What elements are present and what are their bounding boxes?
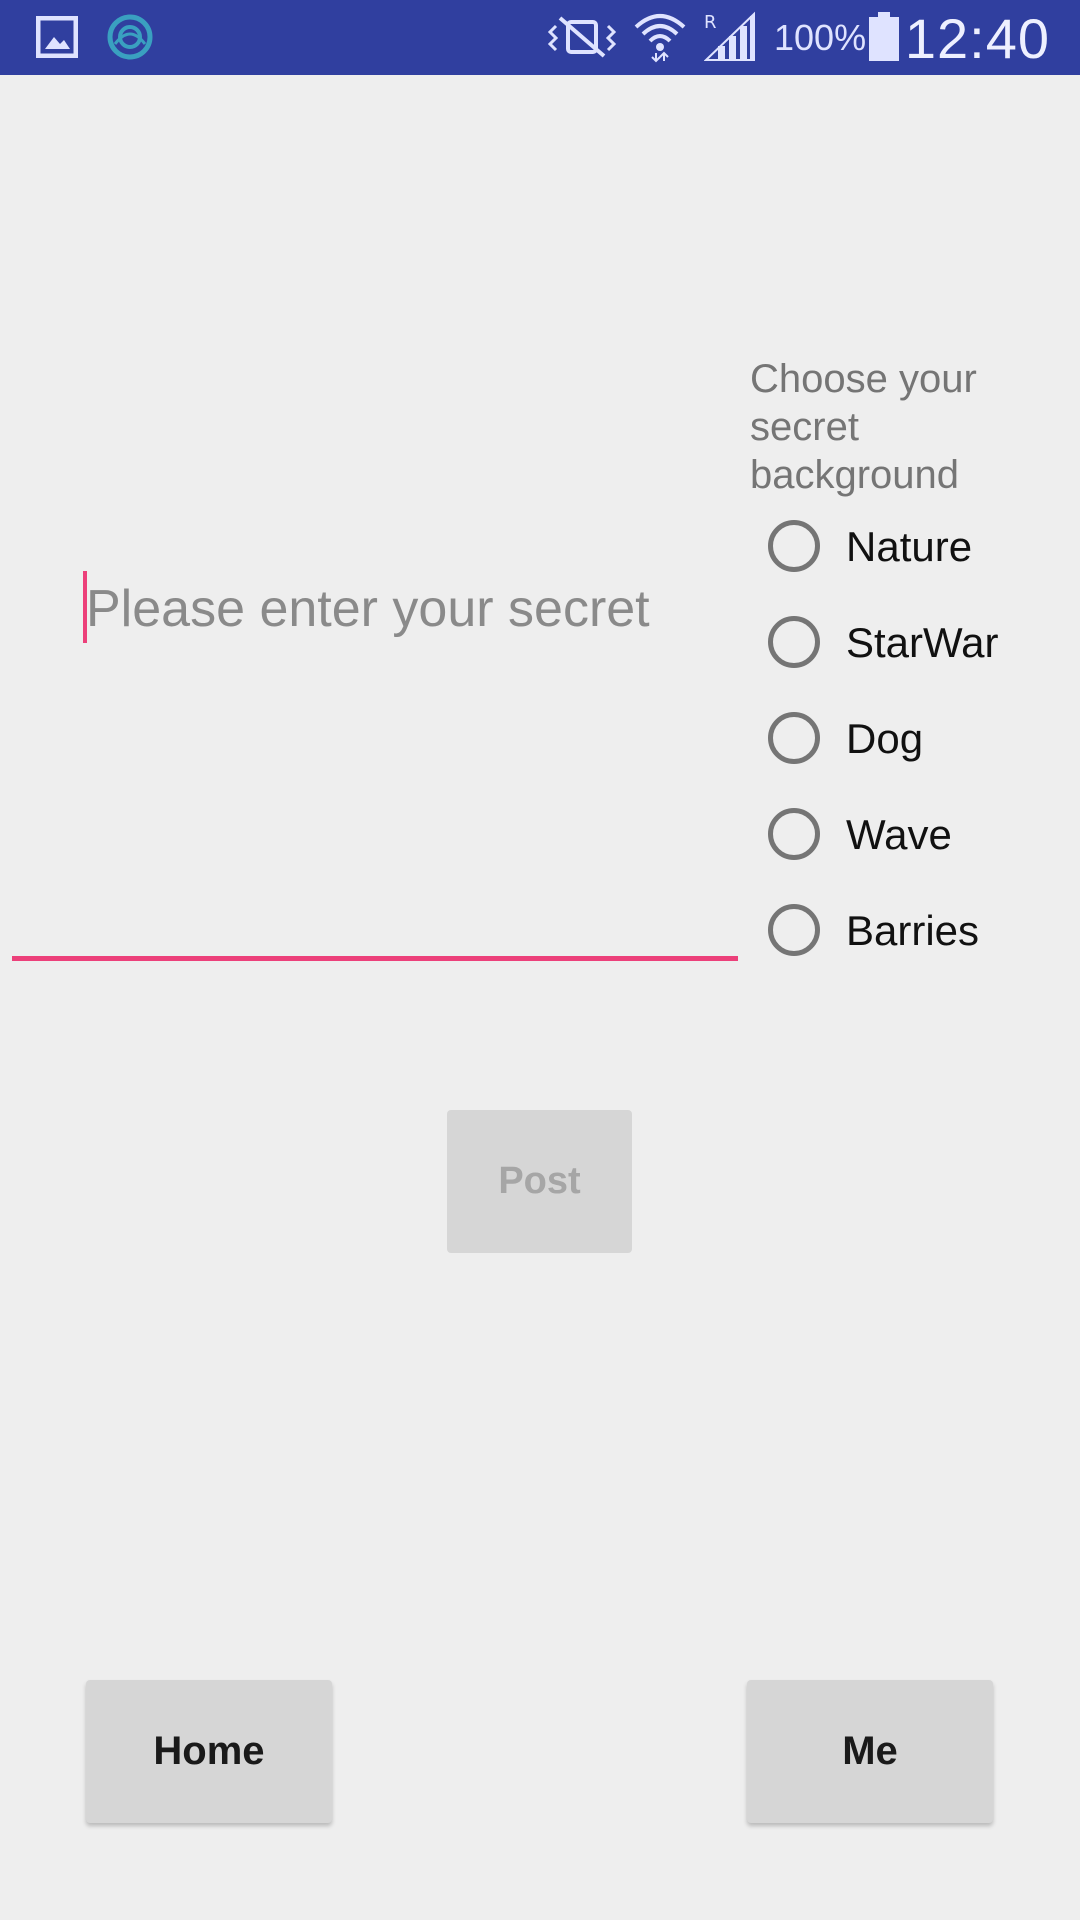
radio-button-icon[interactable] bbox=[768, 808, 820, 860]
svg-text:R: R bbox=[704, 12, 717, 33]
radio-button-icon[interactable] bbox=[768, 904, 820, 956]
radio-label: Dog bbox=[846, 715, 924, 762]
radio-option-dog[interactable]: Dog bbox=[766, 710, 1066, 774]
signal-icon: R bbox=[704, 11, 755, 61]
radio-label: Nature bbox=[846, 523, 973, 570]
clock: 12:40 bbox=[904, 7, 1050, 70]
radio-label: Barries bbox=[846, 907, 980, 954]
radio-option-starwar[interactable]: StarWar bbox=[766, 614, 1066, 678]
secret-input-underline bbox=[12, 956, 738, 961]
secret-input[interactable]: Please enter your secret bbox=[12, 540, 738, 961]
status-bar: R 100% 12:40 bbox=[0, 0, 1080, 75]
radio-option-wave[interactable]: Wave bbox=[766, 806, 1066, 870]
secret-input-placeholder: Please enter your secret bbox=[86, 580, 650, 638]
radio-option-barries[interactable]: Barries bbox=[766, 902, 1066, 966]
battery-icon bbox=[869, 12, 899, 61]
gallery-icon bbox=[36, 16, 78, 58]
wifi-icon bbox=[634, 14, 686, 63]
app-notification-icon bbox=[107, 14, 153, 60]
radio-button-icon[interactable] bbox=[768, 712, 820, 764]
radio-option-nature[interactable]: Nature bbox=[766, 518, 1066, 582]
radio-button-icon[interactable] bbox=[768, 520, 820, 572]
radio-label: StarWar bbox=[846, 619, 999, 666]
post-button[interactable]: Post bbox=[447, 1110, 632, 1253]
vibrate-mute-icon bbox=[547, 16, 617, 58]
radio-button-icon[interactable] bbox=[768, 616, 820, 668]
radio-label: Wave bbox=[846, 811, 952, 858]
me-button[interactable]: Me bbox=[747, 1680, 993, 1823]
background-chooser-title: Choose your secret background bbox=[750, 357, 977, 497]
battery-percent: 100% bbox=[774, 17, 867, 58]
home-button[interactable]: Home bbox=[86, 1680, 332, 1823]
